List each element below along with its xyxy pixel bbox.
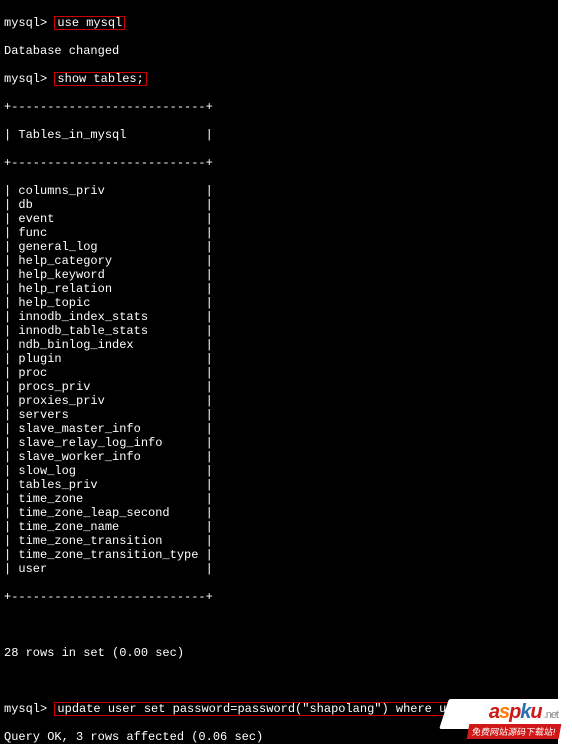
table-row: | tables_priv | bbox=[0, 478, 558, 492]
table-row: | innodb_index_stats | bbox=[0, 310, 558, 324]
table-row: | proc | bbox=[0, 366, 558, 380]
table-border: +---------------------------+ bbox=[0, 156, 558, 170]
prompt-line-2: mysql> show tables; bbox=[0, 72, 558, 86]
table-row: | help_keyword | bbox=[0, 268, 558, 282]
table-border: +---------------------------+ bbox=[0, 100, 558, 114]
table-row: | event | bbox=[0, 212, 558, 226]
cmd-show-tables: show tables; bbox=[54, 72, 146, 86]
cmd-use-mysql: use mysql bbox=[54, 16, 125, 30]
table-row: | slave_worker_info | bbox=[0, 450, 558, 464]
table-row: | time_zone_transition | bbox=[0, 534, 558, 548]
logo-text: aspku.net bbox=[489, 701, 558, 724]
blank bbox=[0, 674, 558, 688]
table-row: | func | bbox=[0, 226, 558, 240]
table-row: | innodb_table_stats | bbox=[0, 324, 558, 338]
table-row: | db | bbox=[0, 198, 558, 212]
mysql-terminal[interactable]: mysql> use mysql Database changed mysql>… bbox=[0, 0, 558, 744]
table-row: | time_zone_leap_second | bbox=[0, 506, 558, 520]
table-row: | servers | bbox=[0, 408, 558, 422]
table-row: | time_zone_transition_type | bbox=[0, 548, 558, 562]
watermark-logo: aspku.net 免费网站源码下载站! bbox=[444, 699, 564, 741]
prompt: mysql> bbox=[4, 72, 47, 86]
table-row: | slave_relay_log_info | bbox=[0, 436, 558, 450]
table-row: | help_topic | bbox=[0, 296, 558, 310]
table-row: | slow_log | bbox=[0, 464, 558, 478]
rows-in-set-1: 28 rows in set (0.00 sec) bbox=[0, 646, 558, 660]
table-row: | ndb_binlog_index | bbox=[0, 338, 558, 352]
table-row: | procs_priv | bbox=[0, 380, 558, 394]
table-row: | time_zone | bbox=[0, 492, 558, 506]
table-header: | Tables_in_mysql | bbox=[0, 128, 558, 142]
prompt: mysql> bbox=[4, 16, 47, 30]
table-row: | slave_master_info | bbox=[0, 422, 558, 436]
prompt-line-1: mysql> use mysql bbox=[0, 16, 558, 30]
table-row: | general_log | bbox=[0, 240, 558, 254]
table-row: | user | bbox=[0, 562, 558, 576]
table-row: | columns_priv | bbox=[0, 184, 558, 198]
blank bbox=[0, 618, 558, 632]
table-row: | time_zone_name | bbox=[0, 520, 558, 534]
logo-subtitle: 免费网站源码下载站! bbox=[467, 724, 561, 739]
table-row: | proxies_priv | bbox=[0, 394, 558, 408]
table-row: | plugin | bbox=[0, 352, 558, 366]
table-row: | help_relation | bbox=[0, 282, 558, 296]
table-border: +---------------------------+ bbox=[0, 590, 558, 604]
response-db-changed: Database changed bbox=[0, 44, 558, 58]
table-row: | help_category | bbox=[0, 254, 558, 268]
prompt: mysql> bbox=[4, 702, 47, 716]
